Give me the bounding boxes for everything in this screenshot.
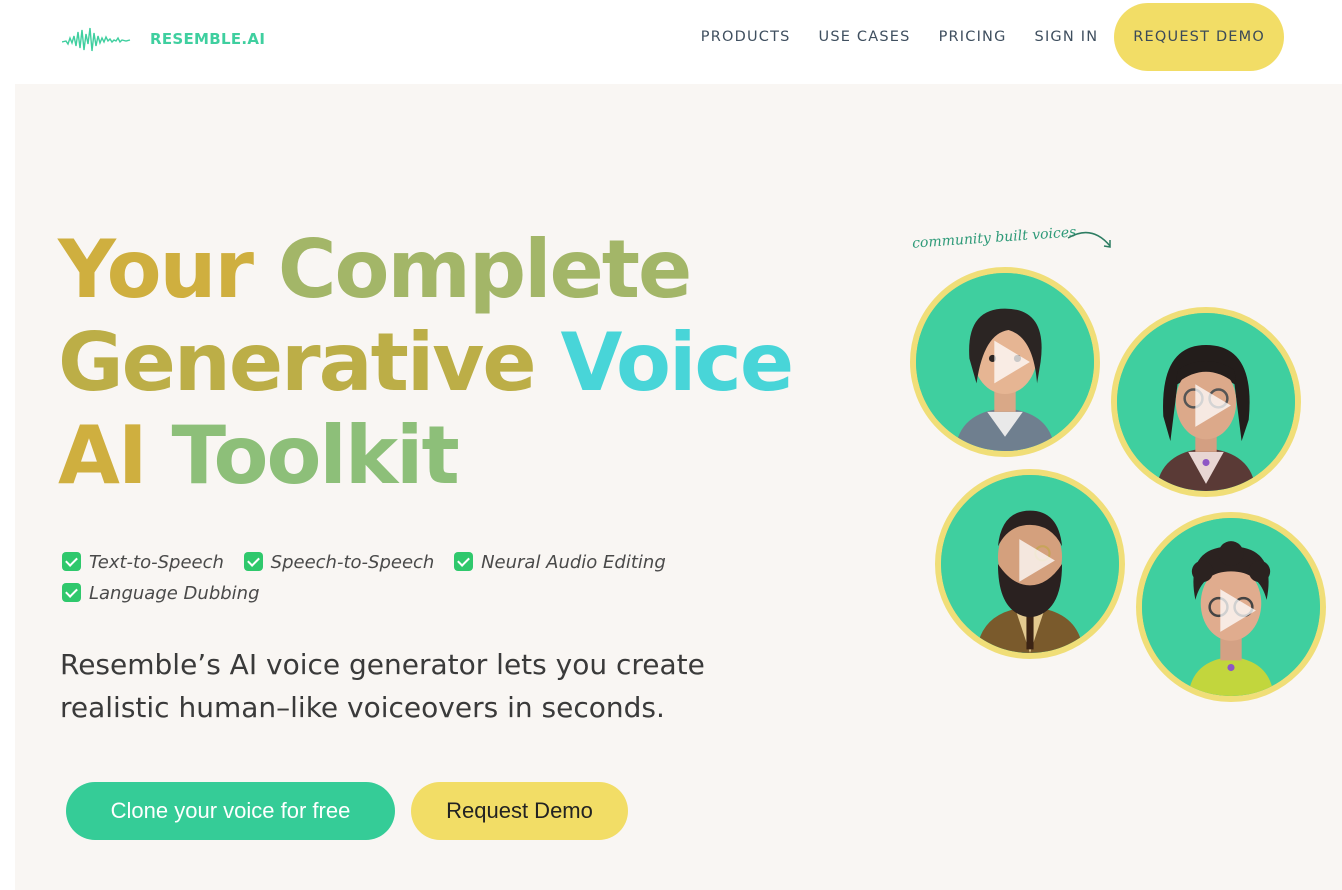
request-demo-nav-button[interactable]: REQUEST DEMO	[1114, 3, 1284, 71]
headline-line-2: Generative Voice	[58, 316, 795, 409]
nav-link-sign-in[interactable]: SIGN IN	[1035, 29, 1099, 45]
request-demo-button[interactable]: Request Demo	[411, 782, 628, 840]
feature-label: Neural Audio Editing	[481, 552, 666, 573]
nav-link-use-cases[interactable]: USE CASES	[819, 29, 911, 45]
headline-line-1: Your Complete	[58, 223, 792, 316]
hero-subtitle: Resemble’s AI voice generator lets you c…	[60, 648, 705, 724]
feature-label: Speech-to-Speech	[270, 552, 435, 573]
headline-word: Your	[58, 223, 278, 316]
waveform-logo-icon	[62, 27, 131, 52]
checkbox-check-icon	[62, 552, 81, 571]
top-navigation: RESEMBLE.AI PRODUCTS USE CASES PRICING S…	[0, 0, 1342, 84]
avatar-portrait-icon	[1117, 313, 1295, 491]
feature-list: Text-to-Speech Speech-to-Speech Neural A…	[62, 547, 762, 609]
avatar-portrait-icon	[941, 475, 1119, 653]
headline-word: Complete	[277, 223, 692, 316]
avatar-portrait-icon	[916, 273, 1094, 451]
community-voices-label: community built voices	[912, 222, 1132, 262]
brand-logo[interactable]: RESEMBLE.AI	[62, 22, 265, 56]
headline-word: Generative	[58, 316, 561, 409]
feature-item: Speech-to-Speech	[243, 552, 435, 573]
voice-avatar-1[interactable]	[910, 267, 1100, 457]
community-label-text: community built voices	[911, 224, 1077, 252]
feature-label: Text-to-Speech	[89, 552, 224, 573]
feature-item: Language Dubbing	[62, 583, 260, 604]
headline-word: Voice	[560, 316, 795, 409]
checkbox-check-icon	[243, 552, 263, 571]
nav-link-pricing[interactable]: PRICING	[939, 29, 1007, 45]
voice-avatar-2[interactable]	[1111, 307, 1301, 497]
voice-avatar-4[interactable]	[1136, 512, 1326, 702]
feature-item: Text-to-Speech	[62, 552, 224, 573]
checkbox-check-icon	[454, 552, 474, 571]
voice-avatar-3[interactable]	[935, 469, 1125, 659]
hero-headline: Your Complete Generative Voice AI Toolki…	[58, 223, 795, 502]
clone-voice-button[interactable]: Clone your voice for free	[66, 782, 395, 840]
brand-name: RESEMBLE.AI	[150, 30, 266, 48]
headline-line-3: AI Toolkit	[58, 409, 792, 502]
feature-item: Neural Audio Editing	[454, 552, 666, 573]
headline-word: Toolkit	[171, 409, 460, 502]
headline-word: AI	[58, 409, 172, 502]
curved-arrow-icon	[1067, 231, 1111, 248]
avatar-portrait-icon	[1142, 518, 1320, 696]
feature-label: Language Dubbing	[89, 583, 260, 604]
checkbox-check-icon	[62, 583, 81, 602]
nav-links: PRODUCTS USE CASES PRICING SIGN IN REQUE…	[673, 3, 1284, 71]
nav-link-products[interactable]: PRODUCTS	[701, 29, 791, 45]
